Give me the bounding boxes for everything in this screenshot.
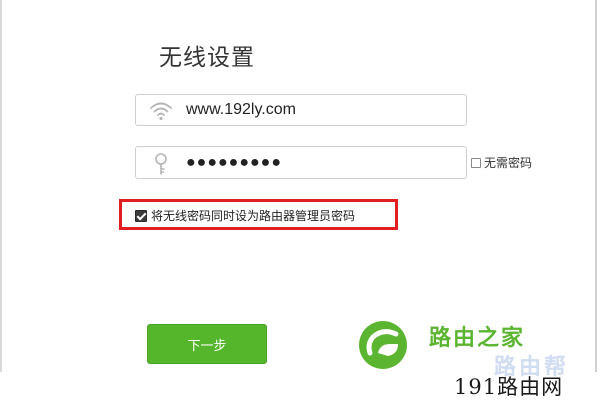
- password-input[interactable]: [186, 152, 456, 174]
- no-password-checkbox[interactable]: [471, 157, 481, 168]
- admin-password-option[interactable]: 将无线密码同时设为路由器管理员密码: [135, 207, 355, 224]
- brand-logo-text: 路由之家: [429, 326, 526, 351]
- key-icon: [149, 152, 173, 175]
- next-button[interactable]: 下一步: [147, 324, 267, 364]
- ssid-field[interactable]: [135, 94, 467, 126]
- no-password-label: 无需密码: [484, 156, 533, 170]
- admin-password-checkbox[interactable]: [135, 209, 147, 222]
- wifi-icon: [149, 100, 173, 122]
- ssid-input[interactable]: [186, 99, 456, 121]
- right-scrollbar-edge: [595, 0, 597, 372]
- admin-password-label: 将无线密码同时设为路由器管理员密码: [151, 209, 356, 223]
- no-password-option[interactable]: 无需密码: [471, 154, 532, 171]
- password-field[interactable]: [135, 146, 467, 179]
- router-home-logo-icon: [358, 320, 408, 370]
- watermark-site: 191路由网: [454, 375, 564, 399]
- page-title: 无线设置: [159, 45, 255, 71]
- left-frame-edge: [0, 0, 2, 372]
